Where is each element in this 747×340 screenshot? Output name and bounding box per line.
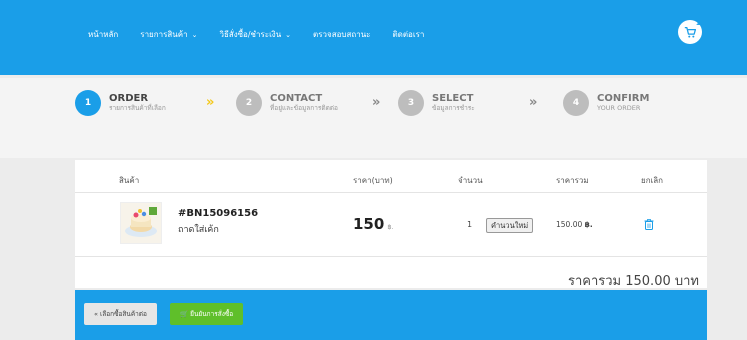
step-number: 4: [563, 90, 589, 116]
step-title: SELECT: [432, 93, 474, 104]
nav-item-label: ตรวจสอบสถานะ: [313, 30, 371, 39]
quantity-value: 1: [467, 220, 473, 229]
step-title: CONFIRM: [597, 93, 650, 104]
chevron-down-icon: ⌄: [191, 30, 198, 39]
header-cancel: ยกเลิก: [641, 176, 664, 185]
step-order: 1 ORDER รายการสินค้าที่เลือก: [75, 90, 166, 116]
step-title: CONTACT: [270, 93, 323, 104]
nav-item-label: รายการสินค้า: [140, 30, 188, 39]
recalculate-button[interactable]: คำนวนใหม่: [486, 218, 534, 233]
nav-item-label: วิธีสั่งซื้อ/ชำระเงิน: [219, 30, 282, 39]
divider: [75, 192, 707, 193]
cart-button[interactable]: 1: [678, 20, 702, 44]
action-footer: « เลือกซื้อสินค้าต่อ 🛒 ยืนยันการสั่งซื้อ: [75, 290, 707, 340]
nav-item-check-status[interactable]: ตรวจสอบสถานะ: [313, 28, 370, 41]
chevron-right-icon: »: [529, 95, 538, 110]
product-sku[interactable]: #BN15096156: [178, 208, 258, 219]
product-thumbnail: [120, 202, 162, 244]
nav-item-contact[interactable]: ติดต่อเรา: [392, 28, 424, 41]
step-subtitle: ข้อมูลการชำระ: [432, 104, 475, 112]
header-qty: จำนวน: [458, 176, 483, 185]
continue-shopping-button[interactable]: « เลือกซื้อสินค้าต่อ: [84, 303, 157, 325]
price-unit: ฿.: [387, 223, 394, 231]
step-number: 3: [398, 90, 424, 116]
nav-item-how-to-order[interactable]: วิธีสั่งซื้อ/ชำระเงิน ⌄: [219, 28, 291, 41]
cart-icon: [684, 26, 696, 38]
chevron-right-icon: »: [372, 95, 381, 110]
nav-item-products[interactable]: รายการสินค้า ⌄: [140, 28, 197, 41]
header-product: สินค้า: [119, 176, 140, 185]
confirm-order-button[interactable]: 🛒 ยืนยันการสั่งซื้อ: [170, 303, 244, 325]
chevron-down-icon: ⌄: [285, 30, 292, 39]
chevron-right-icon: »: [206, 95, 215, 110]
header-price: ราคา(บาท): [353, 176, 393, 185]
grand-total: ราคารวม 150.00 บาท: [567, 274, 699, 289]
main-nav: หน้าหลัก รายการสินค้า ⌄ วิธีสั่งซื้อ/ชำร…: [88, 28, 424, 41]
step-subtitle: รายการสินค้าที่เลือก: [109, 104, 166, 112]
step-number: 2: [236, 90, 262, 116]
product-name: ถาดใส่เค้ก: [178, 225, 219, 235]
header-total: ราคารวม: [556, 176, 589, 185]
product-image: [121, 203, 161, 243]
line-total-unit: ฿.: [584, 220, 593, 229]
checkout-steps: 1 ORDER รายการสินค้าที่เลือก » 2 CONTACT…: [0, 78, 747, 158]
line-total: 150.00 ฿.: [556, 220, 593, 229]
trash-icon[interactable]: [644, 219, 654, 230]
step-select: 3 SELECT ข้อมูลการชำระ: [398, 90, 475, 116]
unit-price: 150 ฿.: [353, 215, 394, 233]
step-title: ORDER: [109, 93, 149, 104]
price-value: 150: [353, 215, 385, 233]
top-navbar: หน้าหลัก รายการสินค้า ⌄ วิธีสั่งซื้อ/ชำร…: [0, 0, 747, 75]
cart-count-badge: 1: [695, 20, 700, 27]
step-contact: 2 CONTACT ที่อยู่และข้อมูลการติดต่อ: [236, 90, 338, 116]
step-number: 1: [75, 90, 101, 116]
step-confirm: 4 CONFIRM YOUR ORDER: [563, 90, 649, 116]
divider: [75, 256, 707, 257]
nav-item-label: ติดต่อเรา: [392, 30, 425, 39]
table-header: สินค้า ราคา(บาท) จำนวน ราคารวม ยกเลิก: [75, 174, 707, 192]
nav-item-home[interactable]: หน้าหลัก: [88, 28, 118, 41]
step-subtitle: YOUR ORDER: [597, 104, 641, 112]
step-subtitle: ที่อยู่และข้อมูลการติดต่อ: [270, 104, 338, 112]
nav-item-label: หน้าหลัก: [88, 30, 119, 39]
line-total-value: 150.00: [556, 220, 583, 229]
cart-table: สินค้า ราคา(บาท) จำนวน ราคารวม ยกเลิก #B…: [75, 160, 707, 289]
